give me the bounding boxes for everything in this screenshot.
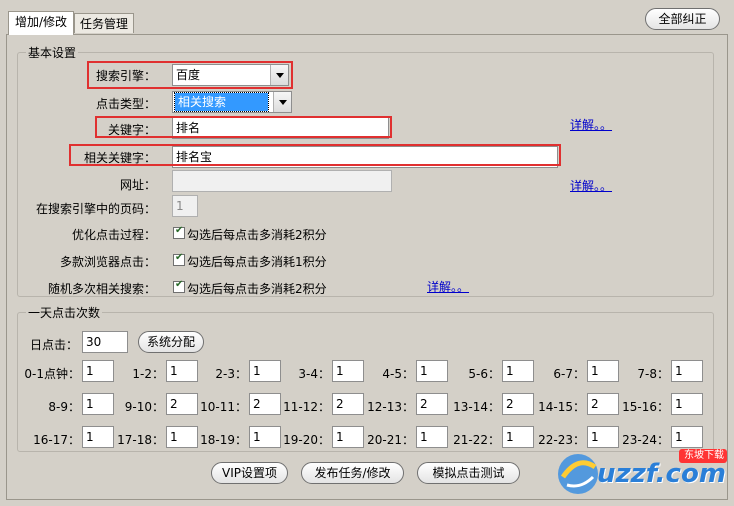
click-type-value: 相关搜索 — [174, 92, 269, 112]
hour-label: 5-6： — [468, 367, 500, 381]
hour-label: 16-17： — [33, 433, 80, 447]
multi-browser-checkbox[interactable] — [173, 252, 185, 266]
hour-label: 6-7： — [553, 367, 585, 381]
url-input[interactable] — [172, 170, 392, 192]
optimize-text: 勾选后每点击多消耗2积分 — [187, 228, 327, 242]
simulate-click-button[interactable]: 模拟点击测试 — [417, 462, 520, 484]
vip-settings-button[interactable]: VIP设置项 — [211, 462, 288, 484]
hour-label: 1-2： — [132, 367, 164, 381]
hour-label: 4-5： — [382, 367, 414, 381]
hour-input[interactable]: 1 — [671, 360, 703, 382]
page-input[interactable]: 1 — [172, 195, 198, 217]
click-type-label: 点击类型： — [95, 97, 156, 111]
hour-label: 13-14： — [453, 400, 500, 414]
chevron-down-icon[interactable] — [273, 92, 291, 112]
hour-label: 7-8： — [637, 367, 669, 381]
engine-select[interactable]: 百度 — [172, 64, 289, 86]
hour-label: 10-11： — [200, 400, 247, 414]
reset-all-button[interactable]: 全部纠正 — [645, 8, 720, 30]
click-type-select[interactable]: 相关搜索 — [172, 91, 292, 113]
hour-label: 17-18： — [117, 433, 164, 447]
hour-label: 20-21： — [367, 433, 414, 447]
hour-label: 14-15： — [538, 400, 585, 414]
tab-add-edit[interactable]: 增加/修改 — [8, 11, 74, 35]
chevron-down-icon[interactable] — [270, 65, 288, 85]
engine-value: 百度 — [176, 68, 201, 82]
multi-browser-label: 多款浏览器点击： — [59, 255, 156, 269]
url-label: 网址： — [119, 178, 156, 192]
hour-label: 9-10： — [124, 400, 164, 414]
related-keyword-label: 相关关键字： — [83, 151, 156, 165]
hour-label: 11-12： — [283, 400, 330, 414]
watermark-text: uzzf.com — [597, 459, 726, 489]
tab-task-manage[interactable]: 任务管理 — [74, 13, 134, 33]
optimize-checkbox[interactable] — [173, 225, 185, 239]
hour-label: 18-19： — [200, 433, 247, 447]
multi-browser-text: 勾选后每点击多消耗1积分 — [187, 255, 327, 269]
keyword-label: 关键字： — [107, 123, 156, 137]
tab-bar: 增加/修改 任务管理 — [0, 0, 734, 35]
daily-click-input[interactable]: 30 — [82, 331, 128, 353]
random-search-label: 随机多次相关搜索： — [47, 282, 156, 296]
hour-label: 12-13： — [367, 400, 414, 414]
hour-input[interactable]: 1 — [671, 393, 703, 415]
hour-label: 3-4： — [298, 367, 330, 381]
random-search-text: 勾选后每点击多消耗2积分 — [187, 282, 327, 296]
detail-link-url[interactable]: 详解。。 — [570, 177, 612, 194]
system-assign-button[interactable]: 系统分配 — [138, 331, 204, 353]
random-search-checkbox[interactable] — [173, 279, 185, 293]
hour-label: 8-9： — [48, 400, 80, 414]
detail-link-keyword[interactable]: 详解。。 — [570, 116, 612, 133]
basic-settings-legend: 基本设置 — [26, 44, 79, 61]
hour-label: 19-20： — [283, 433, 330, 447]
hour-label: 2-3： — [215, 367, 247, 381]
hour-label: 15-16： — [622, 400, 669, 414]
daily-click-label: 日点击： — [30, 338, 79, 352]
detail-link-random[interactable]: 详解。。 — [427, 278, 469, 295]
publish-task-button[interactable]: 发布任务/修改 — [301, 462, 404, 484]
engine-label: 搜索引擎： — [95, 69, 156, 83]
hour-label: 0-1点钟： — [24, 367, 80, 381]
related-keyword-input[interactable]: 排名宝 — [172, 146, 558, 168]
keyword-input[interactable]: 排名 — [172, 117, 389, 139]
daily-clicks-legend: 一天点击次数 — [26, 304, 103, 321]
hour-label: 21-22： — [453, 433, 500, 447]
watermark-logo: 东坡下载 uzzf.com — [553, 443, 733, 503]
optimize-label: 优化点击过程： — [71, 228, 156, 242]
page-label: 在搜索引擎中的页码： — [35, 202, 156, 216]
